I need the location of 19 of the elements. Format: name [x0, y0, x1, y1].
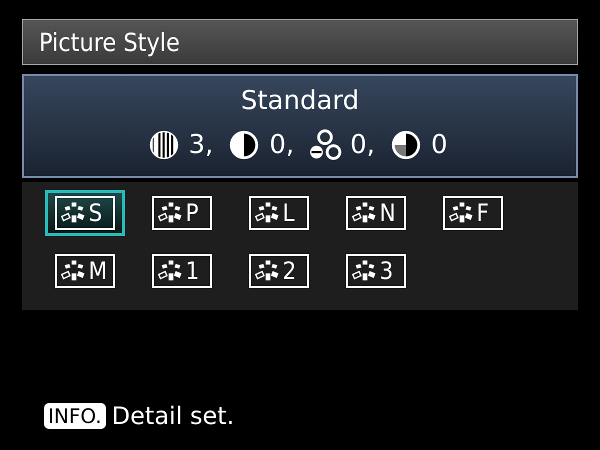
hint-text: Detail set. — [112, 402, 234, 430]
parameter-value: 0 — [430, 130, 448, 160]
picture-style-icon — [60, 201, 88, 225]
picture-style-icon — [156, 259, 184, 283]
parameter-value: 0, — [350, 130, 375, 160]
picture-style-icon — [254, 201, 282, 225]
parameter-value: 3, — [188, 130, 214, 160]
picture-style-icon — [156, 201, 184, 225]
picture-style-icon — [350, 259, 378, 283]
style-name: Standard — [240, 85, 360, 118]
picture-style-icon — [448, 201, 476, 225]
parameter-value: 0, — [269, 130, 294, 160]
picture-style-icon — [254, 259, 282, 283]
picture-style-icon — [60, 259, 88, 283]
picture-style-icon — [350, 201, 378, 225]
menu-title: Picture Style — [39, 28, 180, 56]
saturation-icon — [308, 128, 342, 162]
picture-style-tile[interactable]: S — [44, 190, 124, 236]
info-button[interactable]: INFO. — [44, 403, 106, 429]
